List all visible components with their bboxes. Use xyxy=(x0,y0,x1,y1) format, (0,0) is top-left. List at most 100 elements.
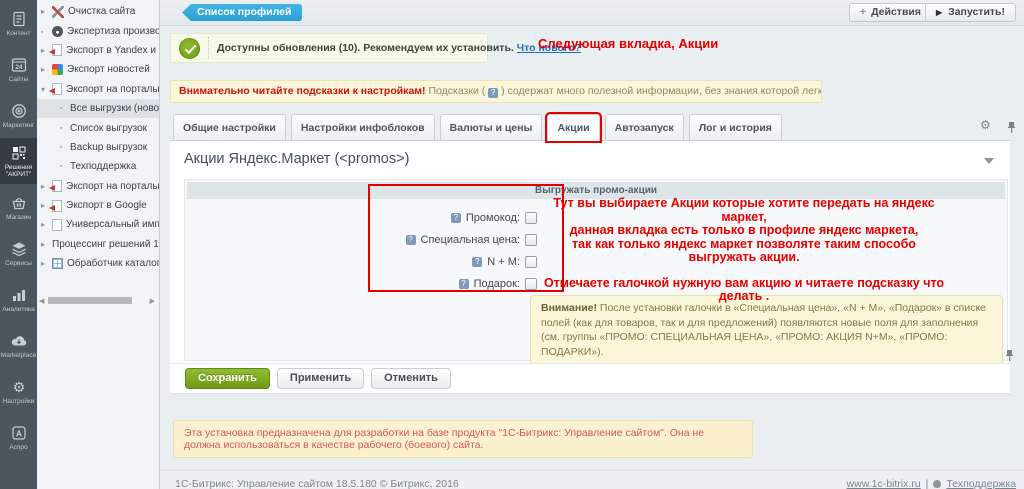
horizontal-scrollbar[interactable]: ◀ ▶ xyxy=(39,296,155,305)
sidebar-item-all-unloads-new[interactable]: Все выгрузки (новое) xyxy=(37,99,159,118)
rail-item-label: Контент xyxy=(6,30,30,37)
gift-checkbox[interactable] xyxy=(525,278,537,290)
rail-item-marketplace[interactable]: Marketplace xyxy=(0,322,37,368)
gear-icon: ⚙ xyxy=(10,378,28,396)
rail-item-services[interactable]: Сервисы xyxy=(0,230,37,276)
field-label: Подарок: xyxy=(474,278,520,290)
bullet-icon xyxy=(60,163,70,170)
sidebar-item-site-cleanup[interactable]: Очистка сайта xyxy=(37,2,159,21)
rail-item-settings[interactable]: ⚙ Настройки xyxy=(0,368,37,414)
rail-item-analytics[interactable]: Аналитика xyxy=(0,276,37,322)
cancel-button[interactable]: Отменить xyxy=(371,368,451,389)
sidebar-item-export-yandex-google[interactable]: Экспорт в Yandex и Google xyxy=(37,41,159,60)
svg-text:A: A xyxy=(15,428,21,438)
rail-item-akrit-solutions[interactable]: Решения "АКРИТ" xyxy=(0,138,37,184)
rail-item-content[interactable]: Контент xyxy=(0,0,37,46)
target-icon xyxy=(10,102,28,120)
export-doc-icon xyxy=(52,180,62,192)
dev-license-banner: Эта установка предназначена для разработ… xyxy=(173,420,753,458)
bitrix-site-link[interactable]: www.1c-bitrix.ru xyxy=(847,478,921,489)
rail-item-label: Решения "АКРИТ" xyxy=(0,164,37,178)
scrollbar-thumb[interactable] xyxy=(48,297,132,304)
hints-warning-bold: Внимательно читайте подсказки к настройк… xyxy=(179,85,426,97)
tab-autorun[interactable]: Автозапуск xyxy=(605,114,684,140)
sidebar-item-unload-list[interactable]: Список выгрузок xyxy=(37,118,159,137)
profiles-list-button[interactable]: Список профилей xyxy=(182,4,302,21)
rail-item-label: Настройки xyxy=(3,398,35,405)
scroll-left-icon[interactable]: ◀ xyxy=(39,297,44,305)
tree-item-label: Экспорт новостей xyxy=(67,64,150,75)
attention-note: Внимание! После установки галочки в «Спе… xyxy=(530,295,1003,366)
tab-log-history[interactable]: Лог и история xyxy=(689,114,782,140)
sidebar-item-backup-unloads[interactable]: Backup выгрузок xyxy=(37,138,159,157)
cloud-download-icon xyxy=(10,332,28,350)
expand-arrow-icon[interactable] xyxy=(41,240,52,249)
sidebar-item-processing-solutions[interactable]: Процессинг решений 1С-Битр xyxy=(37,235,159,254)
expand-arrow-icon[interactable] xyxy=(41,220,52,229)
expand-arrow-icon[interactable] xyxy=(41,65,52,74)
tab-promos[interactable]: Акции xyxy=(547,114,599,141)
n-plus-m-checkbox[interactable] xyxy=(525,256,537,268)
basket-icon xyxy=(10,194,28,212)
tree-item-label: Экспорт на порталы xyxy=(66,84,159,95)
footer-copyright: 1С-Битрикс: Управление сайтом 18.5.180 ©… xyxy=(175,478,459,489)
tab-infoblocks[interactable]: Настройки инфоблоков xyxy=(291,114,435,140)
sidebar-item-catalog-handler[interactable]: Обработчик каталога xyxy=(37,254,159,273)
expand-arrow-icon[interactable] xyxy=(41,259,52,268)
check-circle-icon xyxy=(179,38,200,59)
tree-item-label: Процессинг решений 1С-Битр xyxy=(52,239,159,250)
export-doc-icon xyxy=(52,83,62,95)
help-icon[interactable] xyxy=(472,257,482,267)
bullet-icon xyxy=(60,125,70,132)
expand-arrow-icon[interactable] xyxy=(41,7,52,16)
tab-general[interactable]: Общие настройки xyxy=(173,114,286,140)
scroll-right-icon[interactable]: ▶ xyxy=(150,297,155,305)
main-area: Список профилей Действия Запустить! Дост… xyxy=(160,0,1024,489)
tree-item-label: Экспертиза производительности xyxy=(67,26,159,37)
special-price-checkbox[interactable] xyxy=(525,234,537,246)
sidebar-item-universal-import[interactable]: Универсальный импорт xyxy=(37,215,159,234)
tree-sidebar: Очистка сайта Экспертиза производительно… xyxy=(37,0,160,489)
gauge-icon xyxy=(52,26,63,37)
field-gift: Подарок: xyxy=(185,276,537,292)
sidebar-item-export-google[interactable]: Экспорт в Google xyxy=(37,196,159,215)
divider xyxy=(208,37,209,59)
form-settings-gear-icon[interactable] xyxy=(980,118,991,132)
pin-icon[interactable] xyxy=(1007,121,1016,139)
export-doc-icon xyxy=(52,200,62,212)
save-button[interactable]: Сохранить xyxy=(185,368,270,389)
field-label: Промокод: xyxy=(466,212,520,224)
run-button[interactable]: Запустить! xyxy=(925,3,1016,22)
apply-button[interactable]: Применить xyxy=(277,368,364,389)
help-icon[interactable] xyxy=(451,213,461,223)
sidebar-item-export-portals[interactable]: Экспорт на порталы xyxy=(37,80,159,99)
document-icon xyxy=(10,10,28,28)
hints-warning-text: Подсказки ( xyxy=(426,85,489,97)
rail-item-label: Marketplace xyxy=(1,352,36,359)
bug-icon xyxy=(933,480,941,488)
updates-notification: Доступны обновления (10). Рекомендуем их… xyxy=(170,33,488,63)
rail-item-label: Аспро xyxy=(9,444,27,451)
promocode-checkbox[interactable] xyxy=(525,212,537,224)
rail-item-label: Магазин xyxy=(6,214,31,221)
footer-links: www.1c-bitrix.ru | Техподдержка xyxy=(847,478,1016,489)
page-title: Акции Яндекс.Маркет (<promos>) xyxy=(184,151,409,167)
pin-icon[interactable] xyxy=(1005,349,1014,367)
collapse-chevron-icon[interactable] xyxy=(984,158,994,164)
form-body: Акции Яндекс.Маркет (<promos>) Выгружать… xyxy=(170,140,1010,392)
rail-item-sites[interactable]: 24 Сайты xyxy=(0,46,37,92)
tree-item-label: Универсальный импорт xyxy=(66,219,159,230)
sidebar-item-export-news[interactable]: Экспорт новостей xyxy=(37,60,159,79)
rail-item-aspro[interactable]: A Аспро xyxy=(0,414,37,460)
rail-item-shop[interactable]: Магазин xyxy=(0,184,37,230)
help-icon[interactable] xyxy=(406,235,416,245)
rail-item-marketing[interactable]: Маркетинг xyxy=(0,92,37,138)
section-header: Выгружать промо-акции xyxy=(187,182,1005,199)
tab-currencies[interactable]: Валюты и цены xyxy=(440,114,543,140)
support-link[interactable]: Техподдержка xyxy=(946,478,1016,489)
help-icon[interactable] xyxy=(459,279,469,289)
sidebar-item-performance[interactable]: Экспертиза производительности xyxy=(37,21,159,40)
google-icon xyxy=(52,64,63,75)
sidebar-item-export-portals-api[interactable]: Экспорт на порталы + API xyxy=(37,177,159,196)
sidebar-item-support[interactable]: Техподдержка xyxy=(37,157,159,176)
